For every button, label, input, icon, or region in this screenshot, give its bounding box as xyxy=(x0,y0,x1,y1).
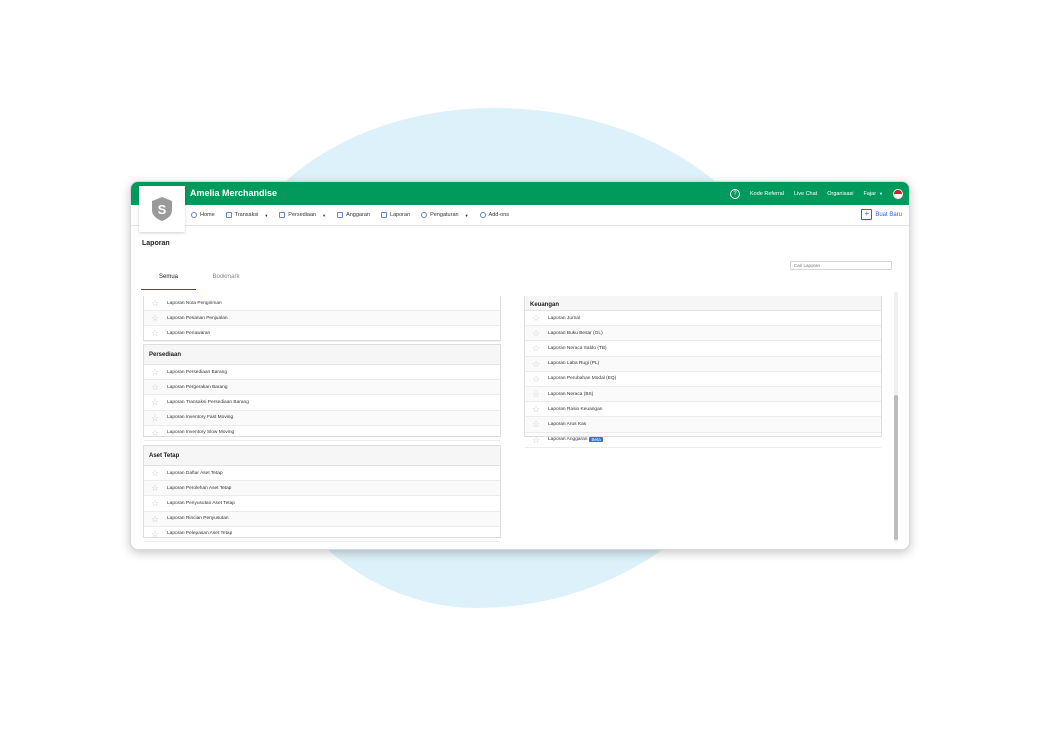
top-bar-actions: ? Kode Referral Live Chat Organisasi Faj… xyxy=(730,182,903,205)
box-icon xyxy=(279,212,286,218)
report-list: ☆ Laporan Daftar Aset Tetap ☆ Laporan Pero… xyxy=(144,466,500,542)
star-icon[interactable]: ☆ xyxy=(148,328,162,338)
vertical-scrollbar[interactable] xyxy=(894,292,898,542)
app-window: Amelia Merchandise ? Kode Referral Live … xyxy=(130,181,910,550)
report-row[interactable]: ☆ Laporan Inventory Fast Moving xyxy=(144,410,500,426)
star-icon[interactable]: ☆ xyxy=(148,483,162,493)
chevron-down-icon: ▼ xyxy=(879,190,883,196)
report-row[interactable]: ☆ Laporan Neraca Saldo (TB) xyxy=(525,341,881,357)
company-name: Amelia Merchandise xyxy=(190,188,278,198)
nav-add-ons[interactable]: Add-ons xyxy=(479,212,509,218)
star-icon[interactable]: ☆ xyxy=(148,529,162,539)
nav-pengaturan[interactable]: Pengaturan ▼ xyxy=(421,212,469,218)
document-icon xyxy=(380,212,387,218)
report-panel-persediaan: Persediaan ☆ Laporan Persediaan Barang ☆ L… xyxy=(143,344,501,441)
star-icon[interactable]: ☆ xyxy=(529,419,543,429)
cash-icon xyxy=(225,212,232,218)
star-icon[interactable]: ☆ xyxy=(148,397,162,407)
live-chat-link[interactable]: Live Chat xyxy=(794,191,817,197)
company-logo[interactable]: S xyxy=(139,186,185,232)
tab-bookmark[interactable]: Bookmark xyxy=(201,274,251,289)
report-row[interactable]: ☆ Laporan Penyusutan Aset Tetap xyxy=(144,496,500,512)
star-icon[interactable]: ☆ xyxy=(148,367,162,377)
star-icon[interactable]: ☆ xyxy=(148,413,162,423)
referral-link[interactable]: Kode Referral xyxy=(750,191,784,197)
star-icon[interactable]: ☆ xyxy=(148,514,162,524)
report-panel-keuangan: Keuangan ☆ Laporan Jurnal ☆ Laporan Buku B… xyxy=(524,296,882,448)
report-row[interactable]: ☆ Laporan Pesanan Penjualan xyxy=(144,311,500,327)
report-row[interactable]: ☆ Laporan Jurnal xyxy=(525,311,881,327)
star-icon[interactable]: ☆ xyxy=(148,498,162,508)
report-row[interactable]: ☆ Laporan Perubahan Modal (EQ) xyxy=(525,372,881,387)
report-row[interactable]: ☆ Laporan Inventory Slow Moving xyxy=(144,426,500,441)
chevron-down-icon: ▼ xyxy=(464,212,469,218)
indonesia-flag-icon[interactable] xyxy=(893,188,903,199)
home-icon xyxy=(191,212,197,218)
report-row[interactable]: ☆ Laporan Neraca (BS) xyxy=(525,386,881,403)
nav-home[interactable]: Home xyxy=(191,212,215,218)
plus-icon: + xyxy=(861,209,873,220)
star-icon[interactable]: ☆ xyxy=(148,298,162,308)
chevron-down-icon: ▼ xyxy=(322,212,327,218)
report-row[interactable]: ☆ Laporan Arus Kas xyxy=(525,417,881,433)
create-new-button[interactable]: + Buat Baru xyxy=(861,209,902,220)
tab-semua[interactable]: Semua xyxy=(141,274,196,290)
report-row[interactable]: ☆ Laporan Nota Pengiriman xyxy=(144,296,500,312)
nav-laporan[interactable]: Laporan xyxy=(380,212,410,218)
organization-link[interactable]: Organisasi xyxy=(827,191,853,197)
star-icon[interactable]: ☆ xyxy=(529,435,543,445)
report-list: ☆ Laporan Persediaan Barang ☆ Laporan Perg… xyxy=(144,365,500,441)
main-nav: Home Transaksi ▼ Persediaan ▼ Anggaran Lap… xyxy=(131,205,909,226)
report-panel-penjualan: ☆ Laporan Nota Pengiriman ☆ Laporan Pesana… xyxy=(143,296,501,342)
star-icon[interactable]: ☆ xyxy=(148,382,162,392)
tag-icon xyxy=(479,212,486,218)
star-icon[interactable]: ☆ xyxy=(529,359,543,369)
page-title: Laporan xyxy=(142,240,170,247)
nav-transaksi[interactable]: Transaksi ▼ xyxy=(225,212,269,218)
report-row[interactable]: ☆ Laporan Anggaran Beta xyxy=(525,433,881,448)
scrollbar-thumb[interactable] xyxy=(894,395,898,540)
star-icon[interactable]: ☆ xyxy=(529,343,543,353)
star-icon[interactable]: ☆ xyxy=(148,313,162,323)
user-name: Fajar xyxy=(863,190,877,197)
report-panel-aset-tetap: Aset Tetap ☆ Laporan Daftar Aset Tetap ☆ L… xyxy=(143,445,501,542)
star-icon[interactable]: ☆ xyxy=(529,389,543,399)
logo-letter: S xyxy=(158,202,167,217)
search-report-input[interactable] xyxy=(790,261,892,270)
nav-anggaran[interactable]: Anggaran xyxy=(337,212,370,218)
panel-title: Keuangan xyxy=(525,296,881,311)
top-bar: Amelia Merchandise ? Kode Referral Live … xyxy=(131,182,909,205)
report-row[interactable]: ☆ Laporan Persediaan Barang xyxy=(144,365,500,381)
star-icon[interactable]: ☆ xyxy=(529,374,543,384)
star-icon[interactable]: ☆ xyxy=(529,328,543,338)
star-icon[interactable]: ☆ xyxy=(529,404,543,414)
nav-persediaan[interactable]: Persediaan ▼ xyxy=(279,212,326,218)
report-row[interactable]: ☆ Laporan Transaksi Persediaan Barang xyxy=(144,395,500,411)
report-row[interactable]: ☆ Laporan Perolehan Aset Tetap xyxy=(144,481,500,497)
beta-badge: Beta xyxy=(589,437,603,443)
report-row[interactable]: ☆ Laporan Penawaran xyxy=(144,326,500,342)
reports-page: Laporan Semua Bookmark ☆Laporan Nota Pen… xyxy=(131,226,909,549)
report-row[interactable]: ☆ Laporan Rasio Keuangan xyxy=(525,402,881,418)
question-circle-icon[interactable]: ? xyxy=(730,188,741,199)
report-row[interactable]: ☆ Laporan Rincian Penyusutan xyxy=(144,511,500,527)
gear-icon xyxy=(421,212,428,218)
report-row[interactable]: ☆ Laporan Buku Besar (GL) xyxy=(525,326,881,342)
notebook-icon xyxy=(337,212,344,218)
chevron-down-icon: ▼ xyxy=(264,212,269,218)
report-row[interactable]: ☆ Laporan Pergerakan Barang xyxy=(144,380,500,396)
star-icon[interactable]: ☆ xyxy=(148,468,162,478)
user-menu[interactable]: Fajar ▼ xyxy=(864,191,884,197)
report-row[interactable]: ☆ Laporan Pelepasan Aset Tetap xyxy=(144,527,500,542)
report-row[interactable]: ☆ Laporan Laba Rugi (PL) xyxy=(525,356,881,372)
panel-title: Aset Tetap xyxy=(144,446,500,466)
star-icon[interactable]: ☆ xyxy=(529,313,543,323)
report-row[interactable]: ☆ Laporan Daftar Aset Tetap xyxy=(144,466,500,482)
panel-title: Persediaan xyxy=(144,345,500,365)
shield-logo-icon: S xyxy=(152,197,172,221)
report-list: ☆ Laporan Jurnal ☆ Laporan Buku Besar (GL)… xyxy=(525,311,881,448)
star-icon[interactable]: ☆ xyxy=(148,428,162,438)
